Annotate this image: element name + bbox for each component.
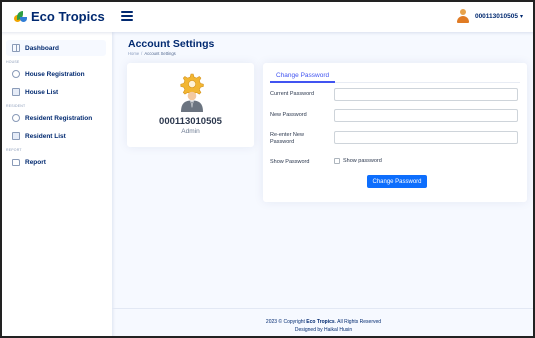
grid-icon	[12, 44, 20, 52]
breadcrumb-separator: /	[141, 51, 143, 56]
breadcrumb: Home / Account Settings	[128, 51, 214, 56]
show-password-row: Show Password Show password	[270, 158, 520, 166]
copyright-suffix: . All Rights Reserved	[334, 319, 382, 325]
page-title-block: Account Settings Home / Account Settings	[128, 38, 214, 56]
brand-logo-link[interactable]: Eco Tropics	[0, 9, 112, 24]
breadcrumb-home-link[interactable]: Home	[128, 51, 139, 56]
profile-role: Admin	[181, 128, 200, 135]
folder-icon	[12, 158, 20, 166]
sidebar-item-resident-list[interactable]: Resident List	[6, 128, 106, 144]
show-password-label: Show Password	[270, 159, 310, 165]
sidebar-item-house-registration[interactable]: House Registration	[6, 66, 106, 82]
sidebar-heading-report: Report	[6, 148, 22, 152]
breadcrumb-current: Account Settings	[144, 51, 176, 56]
sidebar-item-label: Dashboard	[25, 44, 59, 52]
hamburger-menu-icon[interactable]	[121, 11, 133, 21]
user-profile-dropdown[interactable]: 000113010505 ▾	[456, 0, 523, 32]
page-title: Account Settings	[128, 38, 215, 50]
settings-tabs: Change Password	[270, 71, 520, 83]
sidebar-item-label: Report	[25, 158, 46, 166]
current-password-label: Current Password	[270, 91, 315, 97]
sidebar-item-label: Resident Registration	[25, 114, 93, 122]
circle-plus-icon	[12, 114, 20, 122]
gear-person-icon	[180, 73, 204, 112]
user-avatar-icon	[456, 9, 470, 23]
show-password-checkbox-label: Show password	[343, 158, 382, 164]
main-content: Account Settings Home / Account Settings 0…	[112, 32, 535, 338]
sidebar-item-label: House List	[25, 88, 59, 96]
sidebar-item-label: Resident List	[25, 132, 66, 140]
reenter-password-input[interactable]	[334, 131, 518, 144]
top-header: Eco Tropics 000113010505 ▾	[0, 0, 535, 32]
circle-plus-icon	[12, 70, 20, 78]
show-password-checkbox[interactable]	[334, 158, 340, 164]
show-password-checkbox-wrap[interactable]: Show password	[334, 158, 382, 164]
profile-id: 000113010505	[159, 116, 222, 127]
new-password-input[interactable]	[334, 109, 518, 122]
sidebar: Dashboard House House Registration House…	[0, 32, 112, 338]
list-icon	[12, 88, 20, 96]
chevron-down-icon: ▾	[519, 13, 523, 20]
current-password-row: Current Password	[270, 88, 520, 101]
new-password-row: New Password	[270, 109, 520, 122]
copyright-brand: Eco Tropics	[306, 319, 335, 325]
sidebar-item-report[interactable]: Report	[6, 154, 106, 170]
copyright-prefix: 2023 © Copyright	[265, 319, 305, 325]
sidebar-item-resident-registration[interactable]: Resident Registration	[6, 110, 106, 126]
sidebar-item-dashboard[interactable]: Dashboard	[6, 40, 106, 56]
sidebar-item-label: House Registration	[25, 70, 85, 78]
account-settings-card: Change Password Current Password New Pas…	[263, 63, 527, 202]
reenter-password-row: Re-enter New Password	[270, 131, 520, 146]
list-icon	[12, 132, 20, 140]
sidebar-item-house-list[interactable]: House List	[6, 84, 106, 100]
profile-card: 000113010505 Admin	[127, 63, 254, 147]
sidebar-heading-house: House	[6, 60, 20, 64]
footer-credits: Designed by Haikal Husin	[294, 327, 353, 333]
footer: 2023 © Copyright Eco Tropics. All Rights…	[112, 308, 535, 338]
user-name: 000113010505	[474, 12, 518, 20]
sidebar-heading-resident: Resident	[6, 104, 26, 108]
current-password-input[interactable]	[334, 88, 518, 101]
brand-name: Eco Tropics	[31, 8, 105, 24]
change-password-button[interactable]: Change Password	[367, 175, 427, 188]
eco-logo-icon	[14, 10, 27, 23]
tab-change-password[interactable]: Change Password	[270, 71, 336, 83]
footer-copyright: 2023 © Copyright Eco Tropics. All Rights…	[112, 318, 535, 326]
reenter-password-label: Re-enter New Password	[270, 132, 304, 145]
new-password-label: New Password	[270, 112, 307, 118]
